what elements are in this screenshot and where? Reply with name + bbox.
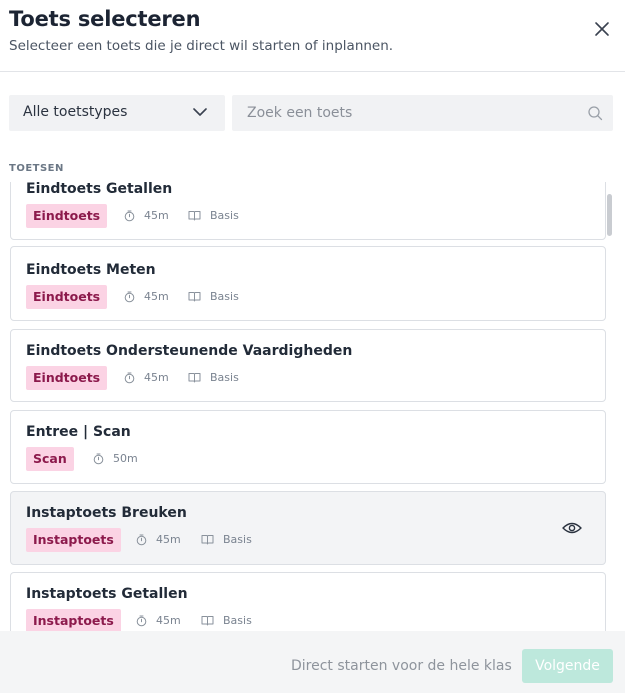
- test-name: Instaptoets Breuken: [26, 505, 187, 521]
- timer-icon: [136, 534, 147, 545]
- test-duration-text: 45m: [144, 371, 169, 384]
- book-icon: [188, 211, 201, 221]
- test-duration: 45m: [124, 371, 169, 384]
- test-card[interactable]: Entree | Scan Scan 50m: [10, 410, 606, 484]
- test-level-text: Basis: [223, 533, 252, 546]
- search-input[interactable]: [232, 95, 613, 131]
- test-type-badge: Instaptoets: [26, 528, 121, 552]
- test-duration: 45m: [136, 614, 181, 627]
- test-level: Basis: [188, 290, 239, 303]
- timer-icon: [93, 453, 104, 464]
- test-card[interactable]: Eindtoets Getallen Eindtoets 45m Basis: [10, 182, 606, 240]
- test-level-text: Basis: [210, 209, 239, 222]
- test-type-select[interactable]: Alle toetstypes: [9, 95, 225, 131]
- test-type-badge: Eindtoets: [26, 366, 108, 390]
- test-type-badge: Instaptoets: [26, 609, 121, 631]
- modal-title: Toets selecteren: [9, 7, 201, 31]
- timer-icon: [136, 615, 147, 626]
- section-label: TOETSEN: [9, 163, 64, 174]
- test-level-text: Basis: [210, 371, 239, 384]
- book-icon: [201, 535, 214, 545]
- search-icon[interactable]: [587, 105, 603, 121]
- test-card[interactable]: Eindtoets Ondersteunende Vaardigheden Ei…: [10, 329, 606, 402]
- test-level: Basis: [201, 533, 252, 546]
- book-icon: [188, 373, 201, 383]
- test-duration-text: 45m: [156, 614, 181, 627]
- test-duration: 45m: [124, 290, 169, 303]
- test-name: Eindtoets Ondersteunende Vaardigheden: [26, 343, 353, 359]
- test-type-value: Alle toetstypes: [23, 104, 128, 120]
- test-list: Eindtoets Getallen Eindtoets 45m Basis E…: [9, 182, 614, 631]
- test-duration: 50m: [93, 452, 138, 465]
- test-duration-text: 45m: [144, 290, 169, 303]
- book-icon: [201, 616, 214, 626]
- chevron-down-icon: [193, 108, 207, 116]
- close-icon: [595, 22, 609, 36]
- start-for-whole-class-button[interactable]: Direct starten voor de hele klas: [291, 658, 512, 674]
- timer-icon: [124, 291, 135, 302]
- test-type-badge: Scan: [26, 447, 74, 471]
- book-icon: [188, 292, 201, 302]
- test-type-badge: Eindtoets: [26, 204, 108, 228]
- timer-icon: [124, 210, 135, 221]
- test-duration-text: 45m: [156, 533, 181, 546]
- test-name: Instaptoets Getallen: [26, 586, 188, 602]
- test-level: Basis: [188, 209, 239, 222]
- close-button[interactable]: [592, 19, 612, 39]
- timer-icon: [124, 372, 135, 383]
- test-name: Eindtoets Getallen: [26, 182, 173, 197]
- test-duration-text: 50m: [113, 452, 138, 465]
- test-type-badge: Eindtoets: [26, 285, 108, 309]
- eye-icon[interactable]: [562, 521, 582, 535]
- test-card[interactable]: Instaptoets Breuken Instaptoets 45m Basi…: [10, 491, 606, 565]
- test-level-text: Basis: [223, 614, 252, 627]
- test-level-text: Basis: [210, 290, 239, 303]
- test-level: Basis: [188, 371, 239, 384]
- modal-header: Toets selecteren Selecteer een toets die…: [0, 0, 625, 72]
- modal-subtitle: Selecteer een toets die je direct wil st…: [9, 38, 394, 54]
- scrollbar-thumb[interactable]: [607, 194, 612, 236]
- test-level: Basis: [201, 614, 252, 627]
- modal-footer: Direct starten voor de hele klas Volgend…: [0, 631, 625, 693]
- test-card[interactable]: Eindtoets Meten Eindtoets 45m Basis: [10, 246, 606, 321]
- test-card[interactable]: Instaptoets Getallen Instaptoets 45m Bas…: [10, 572, 606, 631]
- test-name: Entree | Scan: [26, 424, 131, 440]
- test-duration-text: 45m: [144, 209, 169, 222]
- test-name: Eindtoets Meten: [26, 262, 156, 278]
- next-button[interactable]: Volgende: [522, 649, 613, 683]
- list-scrollbar[interactable]: [606, 182, 614, 631]
- search-box: [232, 95, 613, 131]
- test-duration: 45m: [124, 209, 169, 222]
- test-duration: 45m: [136, 533, 181, 546]
